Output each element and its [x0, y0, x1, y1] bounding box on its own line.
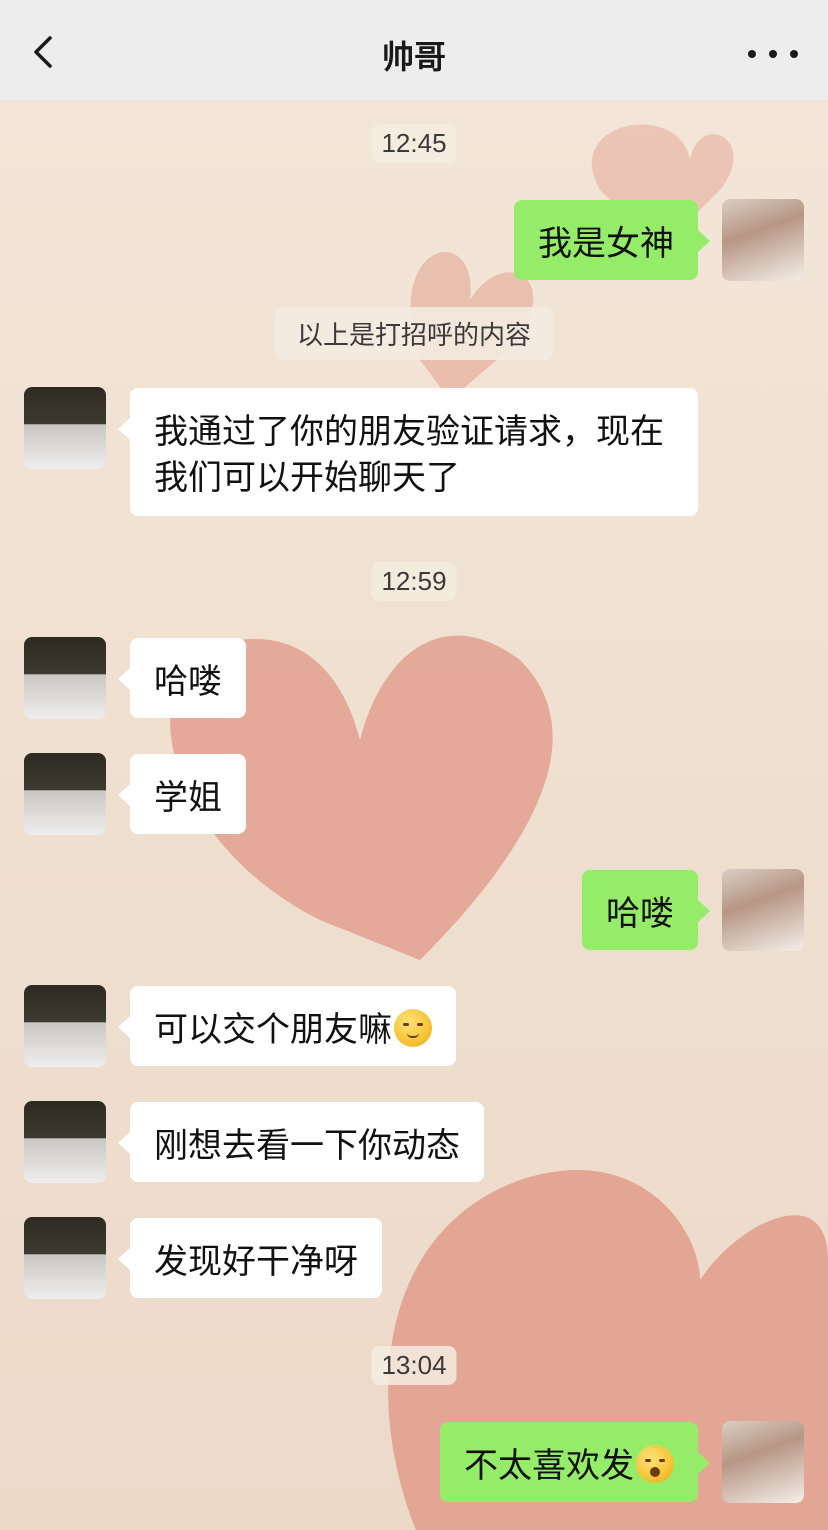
timestamp: 12:45 — [371, 124, 457, 163]
message-incoming[interactable]: 学姐 — [118, 754, 246, 834]
message-incoming[interactable]: 发现好干净呀 — [118, 1218, 382, 1298]
contact-avatar[interactable] — [24, 387, 106, 469]
chevron-left-icon — [34, 36, 52, 68]
message-text: 可以交个朋友嘛 — [154, 1010, 392, 1050]
ellipsis-icon — [748, 50, 756, 58]
contact-avatar[interactable] — [24, 637, 106, 719]
message-incoming[interactable]: 我通过了你的朋友验证请求，现在 我们可以开始聊天了 — [118, 388, 698, 516]
timestamp: 13:04 — [371, 1346, 457, 1385]
message-incoming[interactable]: 可以交个朋友嘛 — [118, 986, 456, 1066]
ellipsis-dot — [769, 50, 777, 58]
contact-avatar[interactable] — [24, 1217, 106, 1299]
message-outgoing[interactable]: 我是女神 — [514, 200, 710, 280]
header-bar: 帅哥 — [0, 0, 828, 100]
my-avatar[interactable] — [722, 869, 804, 951]
more-button[interactable] — [748, 34, 798, 74]
my-avatar[interactable] — [722, 199, 804, 281]
message-outgoing[interactable]: 不太喜欢发 — [440, 1422, 710, 1502]
system-message: 以上是打招呼的内容 — [274, 307, 554, 360]
contact-avatar[interactable] — [24, 1101, 106, 1183]
timestamp: 12:59 — [371, 562, 457, 601]
message-incoming[interactable]: 哈喽 — [118, 638, 246, 718]
message-text: 不太喜欢发 — [464, 1446, 634, 1486]
contact-avatar[interactable] — [24, 753, 106, 835]
message-line: 我通过了你的朋友验证请求，现在 — [154, 412, 664, 452]
ellipsis-dot — [790, 50, 798, 58]
my-avatar[interactable] — [722, 1421, 804, 1503]
contact-avatar[interactable] — [24, 985, 106, 1067]
awkward-emoji-icon — [636, 1445, 674, 1483]
message-outgoing[interactable]: 哈喽 — [582, 870, 710, 950]
message-incoming[interactable]: 刚想去看一下你动态 — [118, 1102, 484, 1182]
back-button[interactable] — [24, 32, 64, 72]
message-line: 我们可以开始聊天了 — [154, 458, 460, 498]
chat-title: 帅哥 — [381, 38, 446, 76]
blush-emoji-icon — [394, 1009, 432, 1047]
